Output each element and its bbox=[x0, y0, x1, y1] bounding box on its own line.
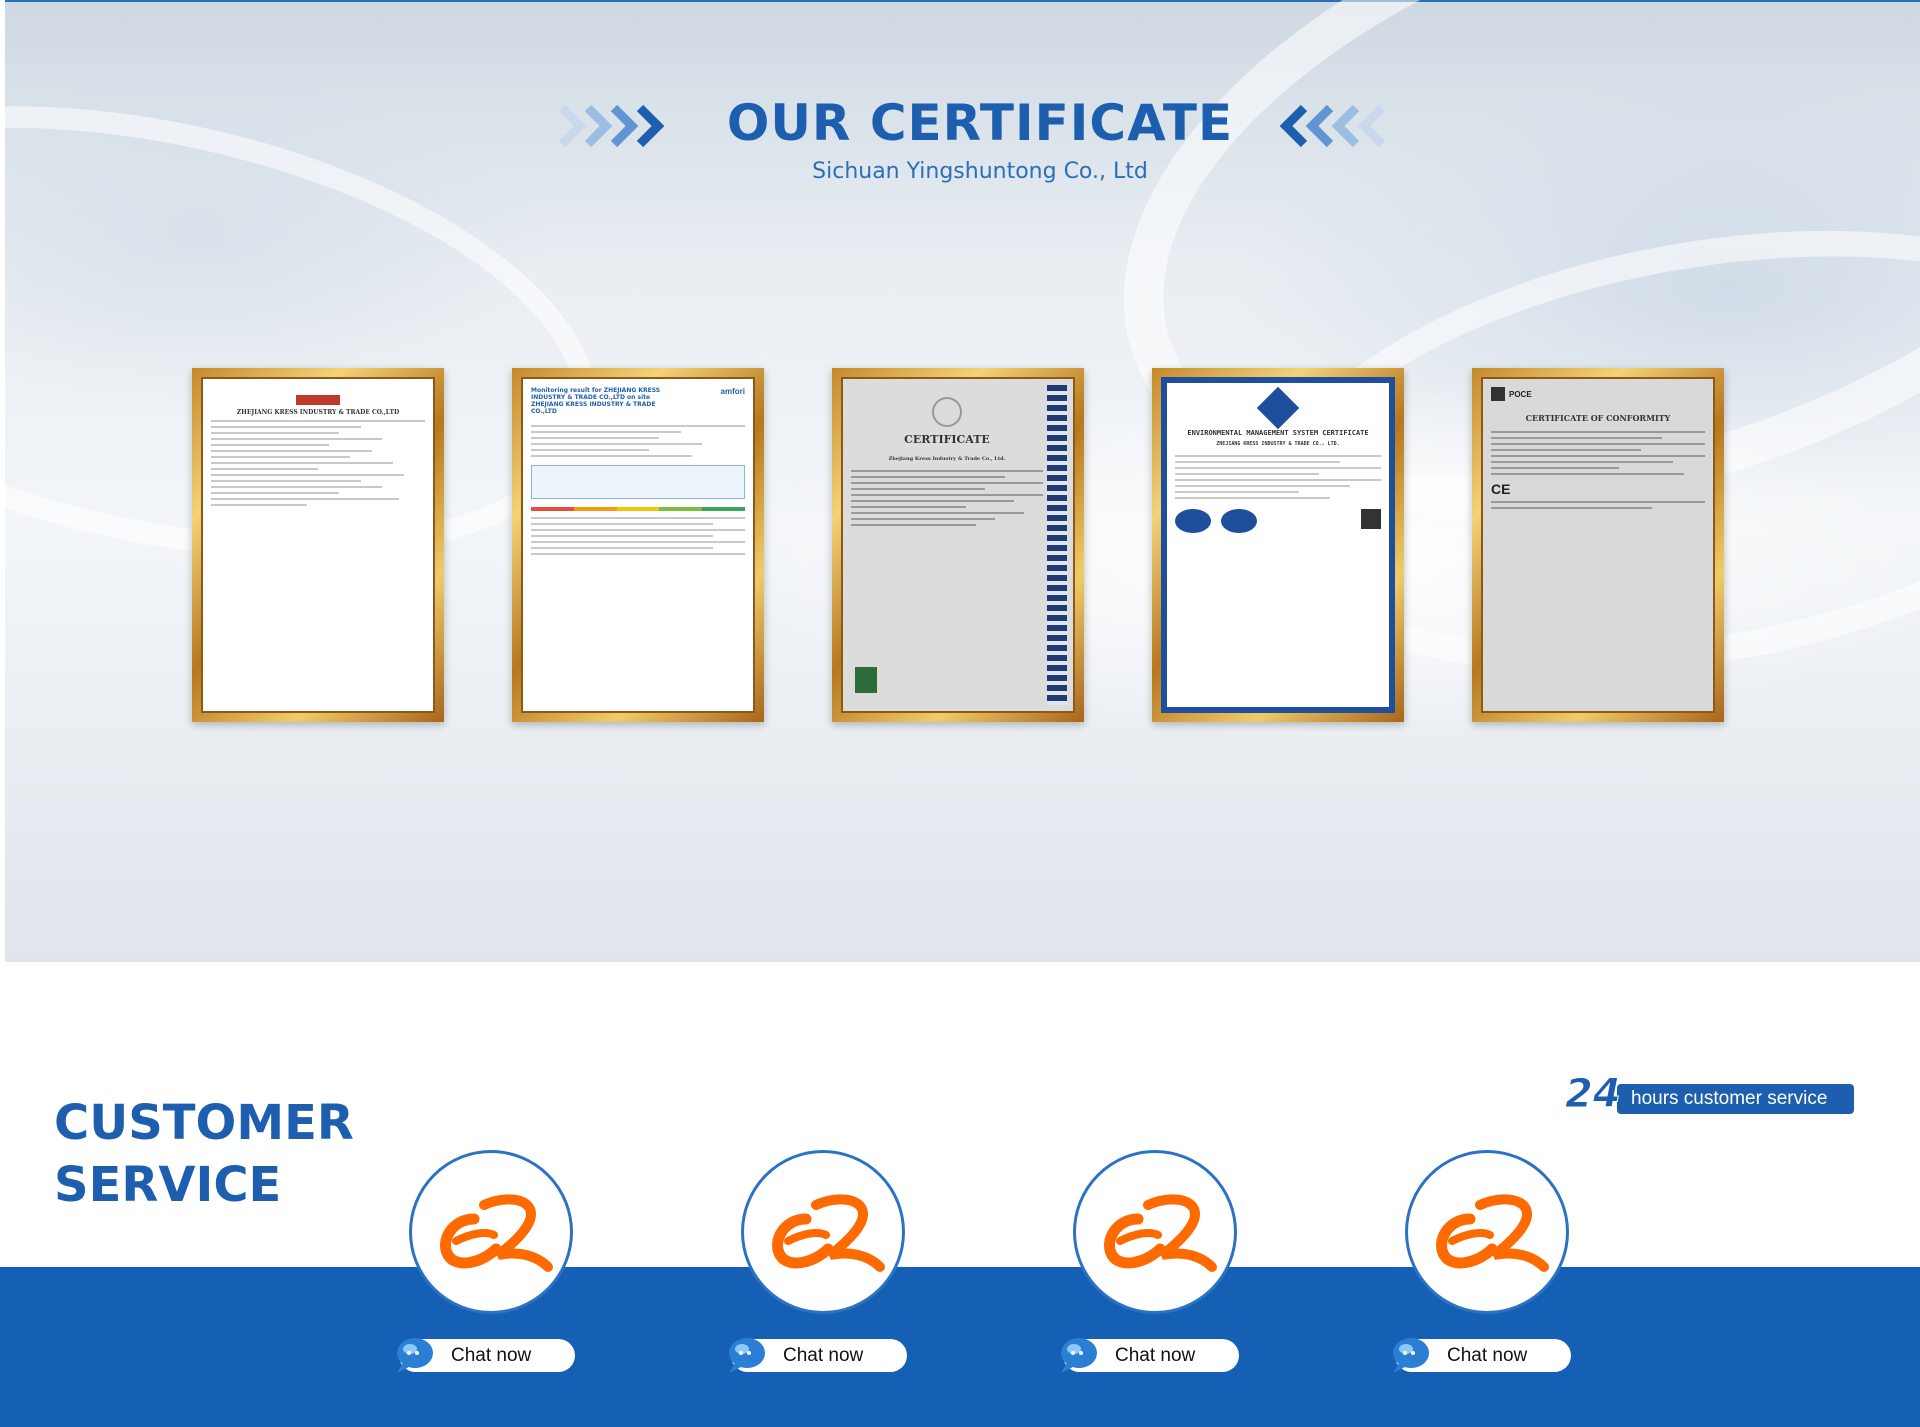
24-hours-badge-text: hours customer service bbox=[1617, 1084, 1854, 1114]
certificate-4-heading: ENVIRONMENTAL MANAGEMENT SYSTEM CERTIFIC… bbox=[1187, 429, 1369, 437]
chat-now-button[interactable]: Chat now bbox=[1061, 1338, 1239, 1373]
chat-now-label: Chat now bbox=[1447, 1345, 1528, 1366]
alibaba-logo-icon bbox=[1436, 1194, 1549, 1272]
certificate-frame-1[interactable]: ZHEJIANG KRESS INDUSTRY & TRADE CO.,LTD bbox=[192, 368, 444, 722]
agent-card-3: Chat now bbox=[1061, 1150, 1273, 1380]
certificate-3-company: Zhejiang Kress Industry & Trade Co., Ltd… bbox=[888, 456, 1006, 462]
certificate-2-heading: Monitoring result for ZHEJIANG KRESS IND… bbox=[531, 387, 661, 415]
certificate-4-company: ZHEJIANG KRESS INDUSTRY & TRADE CO., LTD… bbox=[1216, 441, 1340, 447]
chat-now-label: Chat now bbox=[1115, 1345, 1196, 1366]
agent-avatar[interactable] bbox=[1405, 1150, 1569, 1314]
chevron-left-decoration-icon bbox=[1280, 104, 1386, 148]
chat-now-button[interactable]: Chat now bbox=[729, 1338, 907, 1373]
certificate-frame-5[interactable]: POCE CERTIFICATE OF CONFORMITY CE bbox=[1472, 368, 1724, 722]
poce-logo: POCE bbox=[1509, 389, 1532, 399]
chat-now-button[interactable]: Chat now bbox=[397, 1338, 575, 1373]
chat-bubble-icon bbox=[1061, 1338, 1097, 1373]
page: OUR CERTIFICATE Sichuan Yingshuntong Co.… bbox=[0, 0, 1920, 1427]
agent-avatar[interactable] bbox=[409, 1150, 573, 1314]
customer-service-title: CUSTOMER SERVICE bbox=[54, 1092, 354, 1216]
chat-now-button[interactable]: Chat now bbox=[1393, 1338, 1571, 1373]
agent-card-1: Chat now bbox=[397, 1150, 609, 1380]
certificate-frame-3[interactable]: CERTIFICATE Zhejiang Kress Industry & Tr… bbox=[832, 368, 1084, 722]
certificate-frame-4[interactable]: ENVIRONMENTAL MANAGEMENT SYSTEM CERTIFIC… bbox=[1152, 368, 1404, 722]
agent-avatar[interactable] bbox=[741, 1150, 905, 1314]
chat-now-label: Chat now bbox=[783, 1345, 864, 1366]
chat-bubble-icon bbox=[729, 1338, 765, 1373]
customer-service-title-line2: SERVICE bbox=[54, 1157, 282, 1213]
certificate-5-heading: CERTIFICATE OF CONFORMITY bbox=[1525, 413, 1671, 423]
chat-bubble-icon bbox=[397, 1338, 433, 1373]
alibaba-logo-icon bbox=[440, 1194, 553, 1272]
alibaba-logo-icon bbox=[772, 1194, 885, 1272]
certificate-frame-2[interactable]: Monitoring result for ZHEJIANG KRESS IND… bbox=[512, 368, 764, 722]
chat-now-label: Chat now bbox=[451, 1345, 532, 1366]
customer-service-title-line1: CUSTOMER bbox=[54, 1095, 354, 1151]
alibaba-logo-icon bbox=[1104, 1194, 1217, 1272]
blue-band bbox=[0, 1267, 1920, 1427]
certificate-3-heading: CERTIFICATE bbox=[904, 433, 990, 446]
24-hours-badge-number: 24 bbox=[1565, 1071, 1622, 1118]
certificate-1-heading: ZHEJIANG KRESS INDUSTRY & TRADE CO.,LTD bbox=[236, 409, 400, 416]
certificate-title: OUR CERTIFICATE bbox=[726, 94, 1234, 152]
certificate-section: OUR CERTIFICATE Sichuan Yingshuntong Co.… bbox=[0, 0, 1920, 962]
24-hours-badge: hours customer service 24 bbox=[1565, 1071, 1855, 1118]
agent-avatar[interactable] bbox=[1073, 1150, 1237, 1314]
bureau-veritas-logo bbox=[296, 395, 340, 405]
agent-card-4: Chat now bbox=[1393, 1150, 1605, 1380]
agent-card-2: Chat now bbox=[729, 1150, 941, 1380]
certificate-subtitle: Sichuan Yingshuntong Co., Ltd bbox=[812, 159, 1148, 184]
amfori-logo: amfori bbox=[720, 387, 745, 396]
chat-bubble-icon bbox=[1393, 1338, 1429, 1373]
